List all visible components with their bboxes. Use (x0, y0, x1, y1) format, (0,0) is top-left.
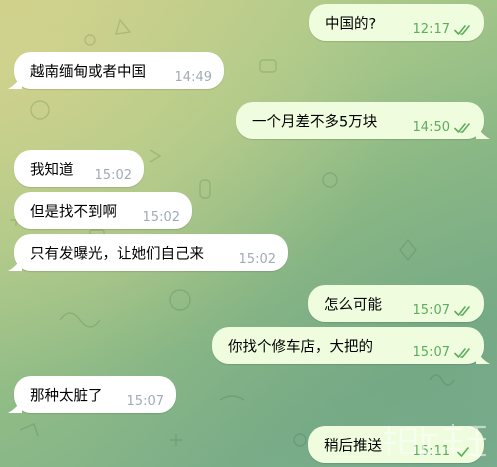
message-time: 14:49 (174, 70, 212, 85)
bubble-tail (8, 257, 22, 271)
bubble-tail (8, 75, 22, 89)
message-text: 但是找不到啊 (30, 204, 117, 220)
message-time: 15:02 (238, 252, 276, 267)
message-text: 一个月差不多5万块 (252, 114, 378, 130)
message-bubble-outgoing[interactable]: 怎么可能 15:07 (308, 285, 484, 322)
message-time: 15:07 (412, 345, 450, 360)
message-meta: 14:50 (413, 120, 474, 135)
message-bubble-incoming[interactable]: 只有发曝光，让她们自己来 15:02 (8, 234, 288, 271)
double-check-icon (454, 347, 470, 358)
message-meta: 15:02 (143, 210, 180, 225)
message-time: 15:02 (142, 210, 180, 225)
message-bubble-outgoing[interactable]: 中国的? 12:17 (309, 4, 484, 41)
double-check-icon (454, 122, 470, 133)
message-text: 怎么可能 (324, 297, 382, 313)
message-text: 中国的? (325, 16, 377, 32)
double-check-icon (454, 305, 470, 316)
message-bubble-outgoing[interactable]: 一个月差不多5万块 14:50 (236, 102, 490, 139)
message-meta: 15:07 (413, 303, 474, 318)
message-text: 只有发曝光，让她们自己来 (30, 246, 204, 262)
message-text: 我知道 (30, 162, 74, 178)
message-bubble-incoming[interactable]: 那种太脏了 15:07 (8, 376, 176, 413)
message-meta: 15:07 (127, 394, 164, 409)
message-text: 越南缅甸或者中国 (30, 64, 146, 80)
bubble-tail (476, 125, 490, 139)
message-meta: 15:07 (413, 345, 474, 360)
message-bubble-incoming[interactable]: 越南缅甸或者中国 14:49 (8, 52, 224, 89)
message-bubble-outgoing[interactable]: 你找个修车店，大把的 15:07 (212, 327, 490, 364)
message-time: 14:50 (412, 120, 450, 135)
bubble-tail (476, 350, 490, 364)
message-text: 那种太脏了 (30, 388, 103, 404)
bubble-tail (8, 399, 22, 413)
message-meta: 15:02 (239, 252, 276, 267)
message-time: 15:07 (126, 394, 164, 409)
message-bubble-incoming[interactable]: 但是找不到啊 15:02 (14, 192, 192, 229)
message-meta: 15:02 (95, 168, 132, 183)
message-time: 15:07 (412, 303, 450, 318)
message-meta: 14:49 (175, 70, 212, 85)
message-bubble-incoming[interactable]: 我知道 15:02 (14, 150, 144, 187)
watermark-logo (383, 423, 487, 457)
message-text: 稍后推送 (324, 438, 382, 454)
message-meta: 12:17 (413, 22, 474, 37)
message-text: 你找个修车店，大把的 (228, 339, 373, 355)
message-time: 12:17 (412, 22, 450, 37)
double-check-icon (454, 24, 470, 35)
message-time: 15:02 (94, 168, 132, 183)
